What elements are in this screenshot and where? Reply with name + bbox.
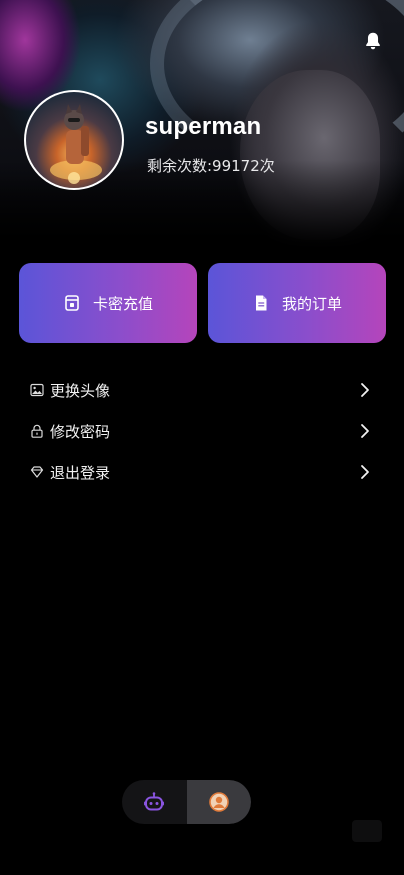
raccoon-rocket-illustration — [50, 104, 102, 184]
settings-menu: 更换头像 修改密码 退出登录 — [0, 370, 404, 493]
recharge-card-button[interactable]: 卡密充值 — [19, 263, 197, 343]
avatar-image — [26, 92, 122, 188]
tab-chat-robot[interactable] — [122, 780, 186, 824]
diamond-icon — [30, 466, 44, 478]
menu-item-logout[interactable]: 退出登录 — [0, 452, 404, 493]
user-icon — [209, 792, 229, 812]
bottom-tab-bar — [122, 780, 251, 824]
corner-watermark — [352, 820, 382, 842]
tab-profile[interactable] — [187, 780, 251, 824]
avatar[interactable] — [24, 90, 124, 190]
voucher-icon — [65, 295, 79, 311]
robot-icon — [144, 792, 164, 811]
menu-item-label: 退出登录 — [50, 464, 111, 482]
document-icon — [255, 295, 267, 311]
chevron-right-icon — [361, 424, 369, 438]
remaining-uses: 剩余次数:99172次 — [147, 157, 275, 175]
my-orders-label: 我的订单 — [281, 294, 342, 313]
menu-item-change-password[interactable]: 修改密码 — [0, 411, 404, 452]
my-orders-button[interactable]: 我的订单 — [208, 263, 386, 343]
lock-icon — [31, 424, 43, 438]
image-icon — [30, 383, 44, 397]
notification-bell-icon[interactable] — [362, 30, 384, 52]
chevron-right-icon — [361, 383, 369, 397]
chevron-right-icon — [361, 465, 369, 479]
menu-item-label: 修改密码 — [50, 423, 111, 441]
recharge-label: 卡密充值 — [92, 294, 153, 313]
menu-item-change-avatar[interactable]: 更换头像 — [0, 370, 404, 411]
username: superman — [145, 113, 262, 140]
menu-item-label: 更换头像 — [50, 382, 111, 400]
